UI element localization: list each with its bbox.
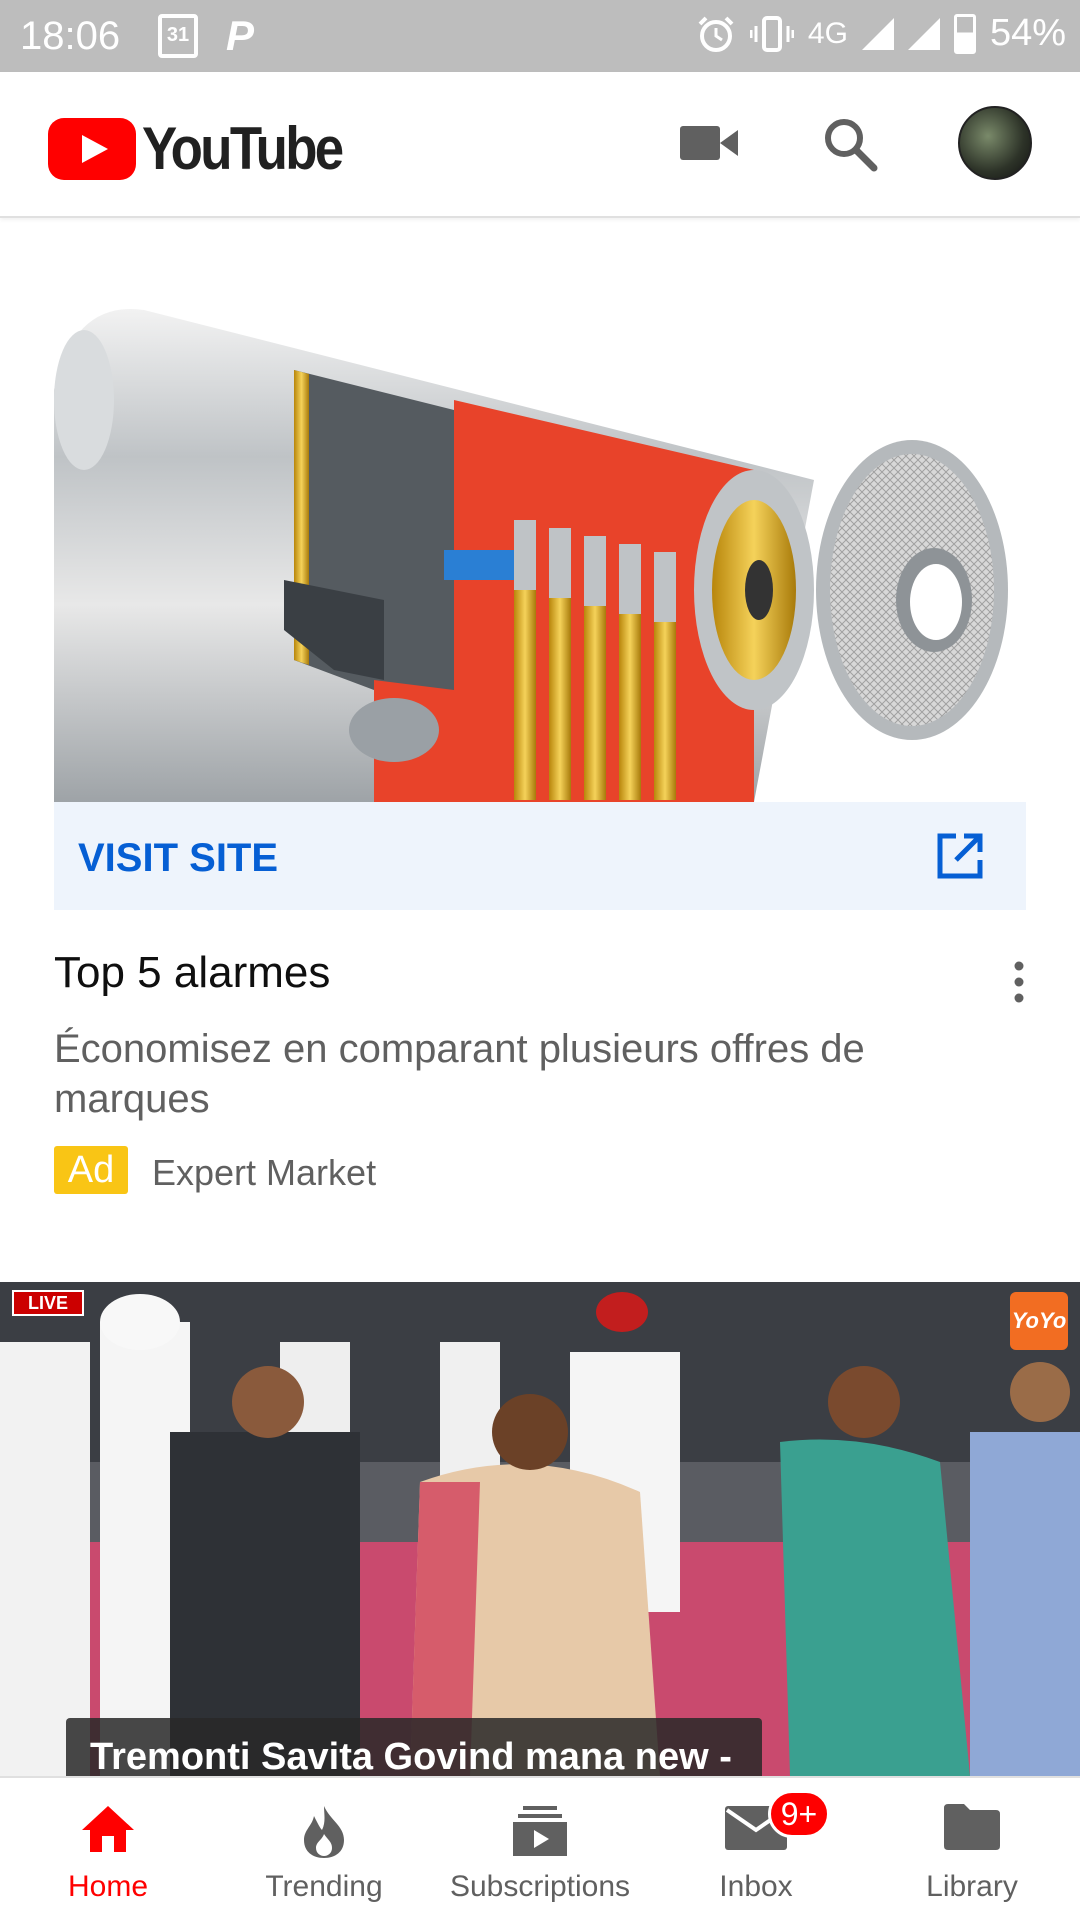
subscriptions-icon: [513, 1806, 567, 1856]
status-time: 18:06: [20, 14, 121, 58]
visit-site-button[interactable]: VISIT SITE: [54, 802, 1026, 910]
video-title: Tremonti Savita Govind mana new -: [66, 1718, 762, 1776]
live-badge: LIVE: [12, 1290, 84, 1316]
network-type: 4G: [807, 16, 848, 50]
nav-library-label: Library: [926, 1870, 1018, 1903]
youtube-logo[interactable]: YouTube: [48, 114, 369, 183]
nav-home-label: Home: [67, 1870, 149, 1903]
nav-trending[interactable]: Trending: [216, 1778, 432, 1920]
signal-icon: [861, 17, 894, 50]
more-vert-icon[interactable]: [1012, 960, 1026, 1004]
status-bar: 18:06 31 P 4G 54%: [0, 0, 1080, 72]
vibrate-icon: [749, 15, 794, 52]
nav-home[interactable]: Home: [0, 1778, 216, 1920]
inbox-badge: 9+: [768, 1790, 830, 1838]
alarm-icon: [698, 16, 734, 52]
battery-icon: [953, 13, 976, 54]
ad-title[interactable]: Top 5 alarmes: [54, 948, 330, 998]
nav-library[interactable]: Library: [864, 1778, 1080, 1920]
folder-icon: [944, 1804, 1000, 1850]
app-bar: YouTube: [0, 72, 1080, 218]
youtube-play-icon: [48, 117, 136, 180]
ad-image[interactable]: [54, 300, 1026, 802]
ad-advertiser: Expert Market: [152, 1152, 377, 1193]
nav-inbox-label: Inbox: [719, 1870, 793, 1903]
flame-icon: [304, 1806, 344, 1858]
bottom-nav: Home Trending Subscriptions 9+ Inbox Lib…: [0, 1776, 1080, 1920]
battery-level: 54%: [989, 12, 1066, 54]
open-external-icon: [937, 833, 983, 879]
parking-icon: P: [226, 12, 255, 59]
ad-badge: Ad: [54, 1146, 128, 1194]
video-scene: [0, 1282, 1080, 1776]
home-icon: [82, 1806, 134, 1852]
logo-text: YouTube: [142, 115, 344, 182]
channel-watermark: YoYo: [1010, 1292, 1068, 1350]
calendar-day: 31: [166, 24, 190, 46]
search-icon[interactable]: [820, 114, 880, 174]
nav-subscriptions[interactable]: Subscriptions: [432, 1778, 648, 1920]
video-thumbnail[interactable]: LIVE YoYo Tremonti Savita Govind mana ne…: [0, 1282, 1080, 1776]
visit-site-label: VISIT SITE: [78, 836, 279, 880]
nav-trending-label: Trending: [265, 1870, 383, 1903]
nav-subscriptions-label: Subscriptions: [449, 1870, 631, 1903]
ad-description: Économisez en comparant plusieurs offres…: [54, 1027, 865, 1121]
lock-cylinder-illustration: [54, 309, 1008, 802]
video-camera-icon[interactable]: [680, 124, 738, 162]
avatar[interactable]: [958, 106, 1032, 180]
nav-inbox[interactable]: 9+ Inbox: [648, 1778, 864, 1920]
calendar-icon: 31: [158, 14, 198, 58]
signal-icon-2: [907, 17, 940, 50]
